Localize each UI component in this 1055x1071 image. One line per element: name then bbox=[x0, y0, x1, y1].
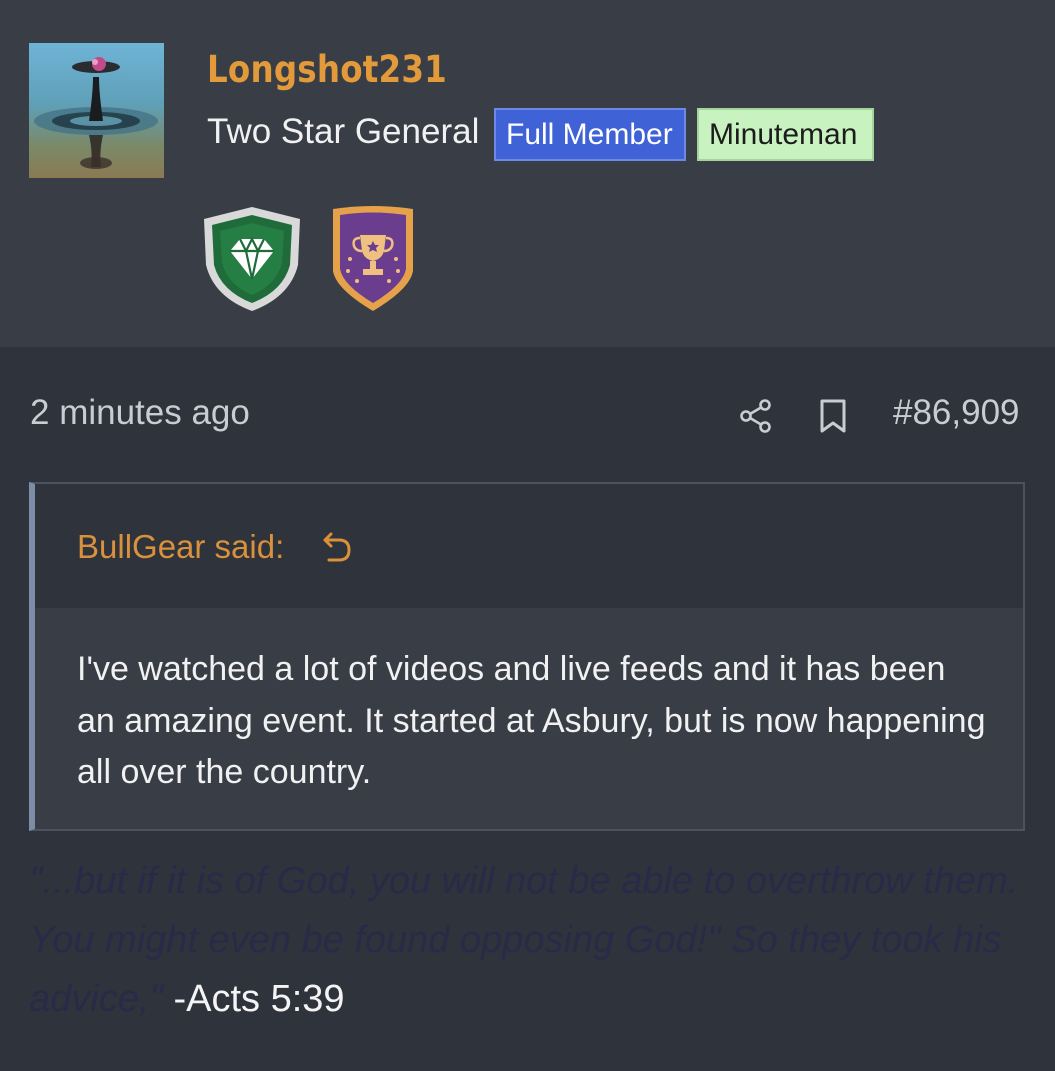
avatar[interactable] bbox=[29, 43, 164, 178]
badge-full-member: Full Member bbox=[494, 108, 686, 161]
jump-to-quote-icon[interactable] bbox=[321, 530, 353, 564]
quote-author[interactable]: BullGear said: bbox=[77, 528, 284, 566]
user-title: Two Star General bbox=[207, 112, 480, 151]
cup-shield-trophy-icon[interactable] bbox=[330, 205, 416, 313]
quote-text: I've watched a lot of videos and live fe… bbox=[77, 650, 986, 791]
signature-reference: -Acts 5:39 bbox=[173, 978, 345, 1020]
diamond-shield-trophy-icon[interactable] bbox=[200, 205, 304, 313]
share-icon[interactable] bbox=[738, 398, 774, 434]
quote-header: BullGear said: bbox=[35, 484, 1023, 608]
quote-body: I've watched a lot of videos and live fe… bbox=[35, 608, 1023, 829]
user-header: Longshot231 Two Star General Full Member… bbox=[0, 0, 1055, 347]
signature: "...but if it is of God, you will not be… bbox=[29, 852, 1029, 1029]
username[interactable]: Longshot231 bbox=[207, 48, 447, 91]
post-timestamp[interactable]: 2 minutes ago bbox=[30, 393, 250, 433]
bookmark-icon[interactable] bbox=[818, 398, 848, 434]
quote-block: BullGear said: I've watched a lot of vid… bbox=[29, 482, 1025, 831]
badge-minuteman: Minuteman bbox=[697, 108, 874, 161]
post-number[interactable]: #86,909 bbox=[893, 393, 1020, 433]
